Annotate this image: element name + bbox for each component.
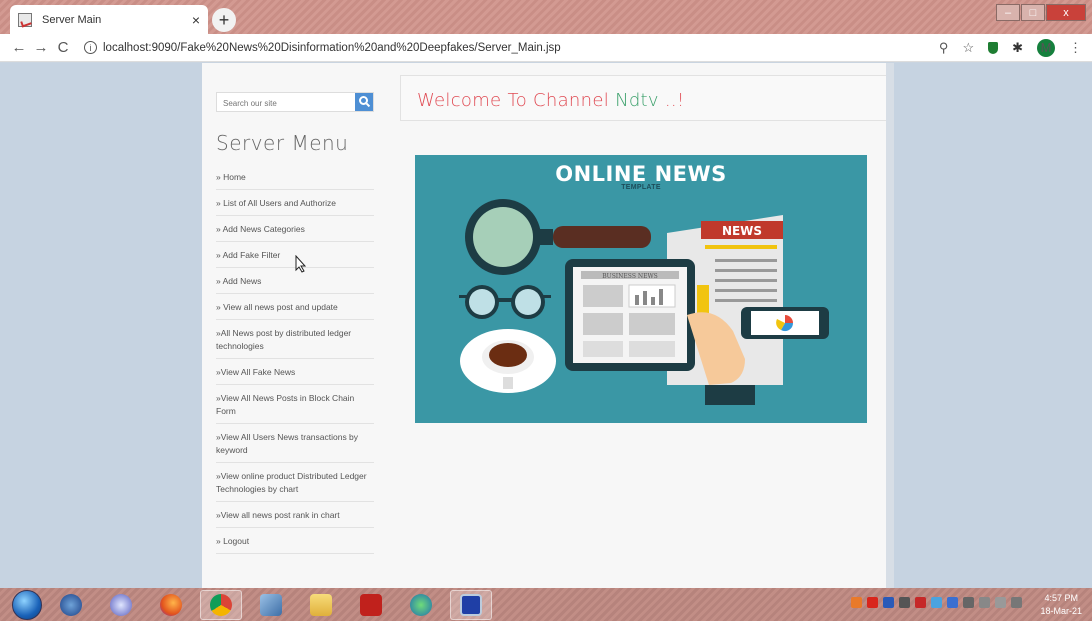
welcome-heading: Welcome To Channel Ndtv ..!: [417, 90, 685, 111]
site-search: [216, 92, 374, 113]
taskbar-app-8[interactable]: [400, 590, 442, 620]
clock-date: 18-Mar-21: [1040, 606, 1082, 616]
menu-item-add-news-categories[interactable]: » Add News Categories: [216, 216, 374, 242]
page-viewport: Server Menu » Home » List of All Users a…: [0, 63, 1092, 588]
new-tab-button[interactable]: +: [212, 8, 236, 32]
system-tray: [851, 597, 1022, 608]
taskbar-clock[interactable]: 4:57 PM 18-Mar-21: [1040, 592, 1082, 618]
window-close-button[interactable]: x: [1046, 4, 1086, 21]
back-icon[interactable]: ←: [8, 39, 30, 56]
menu-item-rank-chart[interactable]: »View all news post rank in chart: [216, 502, 374, 528]
windows-taskbar: 4:57 PM 18-Mar-21: [0, 588, 1092, 621]
menu-item-transactions-keyword[interactable]: »View All Users News transactions by key…: [216, 424, 374, 463]
minimize-button[interactable]: –: [996, 4, 1020, 21]
menu-item-view-fake-news[interactable]: »View All Fake News: [216, 359, 374, 385]
taskbar-acrobat[interactable]: [350, 590, 392, 620]
chrome-icon: [210, 593, 232, 616]
browser-titlebar: Server Main × + – □ x: [0, 0, 1092, 34]
notebook-icon: [260, 593, 282, 616]
window-controls: – □ x: [996, 4, 1086, 21]
site-info-icon[interactable]: i: [84, 41, 97, 54]
maximize-button[interactable]: □: [1021, 4, 1045, 21]
window-app-icon: [460, 593, 482, 616]
tray-icon-11[interactable]: [1011, 597, 1022, 608]
menu-item-view-news-update[interactable]: » View all news post and update: [216, 294, 374, 320]
tray-icon-3[interactable]: [883, 597, 894, 608]
volume-icon[interactable]: [979, 597, 990, 608]
shield-extension-icon[interactable]: [988, 41, 999, 54]
zoom-icon[interactable]: ⚲: [939, 40, 949, 56]
news-graphics-icon: NEWS BUSINESS NEWS: [459, 199, 829, 405]
server-menu: » Home » List of All Users and Authorize…: [216, 164, 374, 554]
forward-icon[interactable]: →: [30, 39, 52, 56]
page-container: Server Menu » Home » List of All Users a…: [202, 63, 894, 588]
globe-blue-icon: [110, 593, 132, 616]
page-scrollbar[interactable]: [886, 63, 894, 588]
address-bar: ← → C i localhost:9090/Fake%20News%20Dis…: [0, 34, 1092, 62]
tab-close-icon[interactable]: ×: [192, 12, 200, 28]
menu-item-home[interactable]: » Home: [216, 164, 374, 190]
tray-icon-6[interactable]: [931, 597, 942, 608]
extensions-icon[interactable]: ✱: [1012, 40, 1023, 56]
reload-icon[interactable]: C: [52, 39, 74, 56]
clock-time: 4:57 PM: [1044, 593, 1078, 603]
taskbar-app-9[interactable]: [450, 589, 492, 620]
taskbar-ie[interactable]: [50, 590, 92, 620]
tray-icon-2[interactable]: [867, 597, 878, 608]
menu-item-product-chart[interactable]: »View online product Distributed Ledger …: [216, 463, 374, 502]
menu-item-list-users[interactable]: » List of All Users and Authorize: [216, 190, 374, 216]
sidebar-menu-title: Server Menu: [216, 131, 349, 155]
folder-icon: [310, 593, 332, 616]
search-button[interactable]: [355, 93, 373, 111]
tray-icon-7[interactable]: [947, 597, 958, 608]
taskbar-firefox[interactable]: [150, 590, 192, 620]
url-field[interactable]: localhost:9090/Fake%20News%20Disinformat…: [103, 42, 939, 54]
tray-icon-1[interactable]: [851, 597, 862, 608]
toolbar-icons: ⚲ ☆ ✱ M ⋮: [939, 38, 1082, 57]
channel-name: Ndtv: [615, 90, 659, 111]
online-news-illustration: ONLINE NEWS TEMPLATE NEWS BUSINESS NEWS: [415, 155, 867, 423]
browser-tab[interactable]: Server Main ×: [10, 5, 208, 34]
globe-icon: [60, 593, 82, 616]
menu-item-block-chain[interactable]: »View All News Posts in Block Chain Form: [216, 385, 374, 424]
tray-icon-4[interactable]: [899, 597, 910, 608]
flag-icon[interactable]: [995, 597, 1006, 608]
start-button[interactable]: [12, 589, 42, 620]
menu-item-news-ledger[interactable]: »All News post by distributed ledger tec…: [216, 320, 374, 359]
tab-favicon-icon: [18, 12, 32, 27]
taskbar-chrome[interactable]: [200, 589, 242, 620]
taskbar-explorer[interactable]: [300, 590, 342, 620]
tablet-label: BUSINESS NEWS: [602, 273, 658, 280]
mouse-cursor-icon: [295, 255, 307, 273]
search-input[interactable]: [217, 94, 354, 113]
welcome-banner: Welcome To Channel Ndtv ..!: [400, 75, 894, 121]
tray-icon-8[interactable]: [963, 597, 974, 608]
bookmark-star-icon[interactable]: ☆: [962, 40, 974, 56]
taskbar-app-5[interactable]: [250, 590, 292, 620]
browser-menu-icon[interactable]: ⋮: [1069, 40, 1082, 56]
taskbar-browser-2[interactable]: [100, 590, 142, 620]
profile-avatar[interactable]: M: [1037, 38, 1055, 57]
menu-item-logout[interactable]: » Logout: [216, 528, 374, 554]
tray-icon-5[interactable]: [915, 597, 926, 608]
pdf-icon: [360, 593, 382, 616]
newspaper-label: NEWS: [722, 224, 762, 238]
firefox-icon: [160, 593, 182, 616]
network-icon: [410, 593, 432, 616]
tab-title: Server Main: [42, 13, 102, 26]
